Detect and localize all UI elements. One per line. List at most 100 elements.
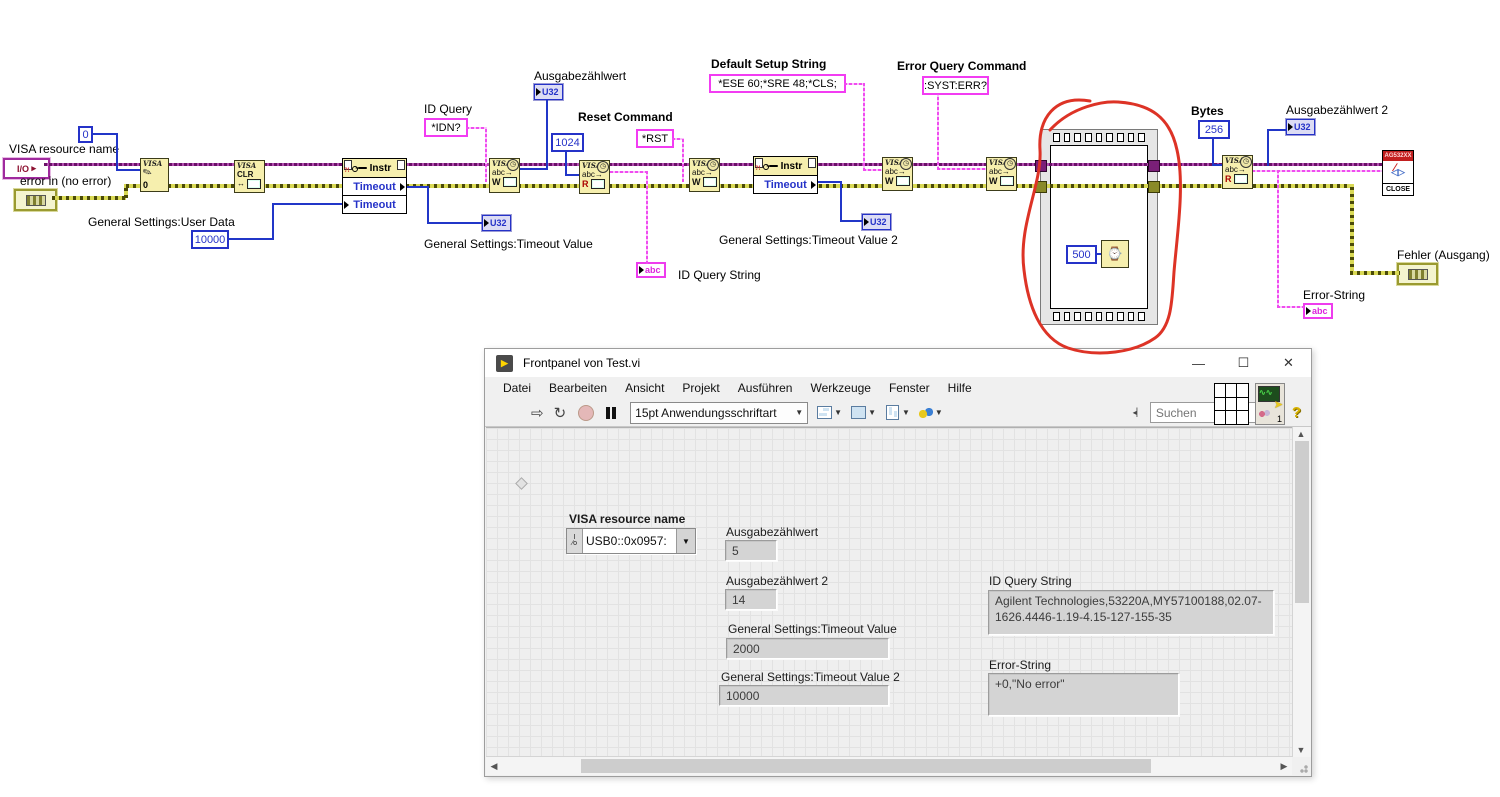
property-node-timeout-2[interactable]: ?! Instr Timeout [753, 156, 818, 194]
menu-werkzeuge[interactable]: Werkzeuge [801, 378, 879, 398]
visa-close-node[interactable]: AG532XX ◁▷ ∕ CLOSE [1382, 150, 1414, 196]
resize-grip[interactable] [1295, 760, 1309, 774]
error-string-indicator[interactable]: +0,"No error" [988, 673, 1179, 716]
flat-sequence-structure[interactable] [1040, 129, 1158, 325]
wait-constant[interactable]: 500 [1066, 245, 1097, 264]
visa-write-node-4[interactable]: ◷ VISA abc→ W [986, 157, 1017, 191]
wire-init [116, 169, 142, 171]
wire-idstr [610, 171, 648, 173]
maximize-button[interactable]: ☐ [1221, 349, 1266, 377]
wire-init [116, 133, 118, 171]
help-icon[interactable]: ? [1292, 404, 1301, 421]
clock-icon: ◷ [507, 159, 519, 171]
reorder-button[interactable]: ▼ [918, 406, 943, 419]
scroll-up-icon[interactable]: ▲ [1293, 429, 1309, 439]
error-query-constant[interactable]: :SYST:ERR? [922, 76, 989, 95]
write-letter: W [885, 176, 894, 186]
timeout2-indicator[interactable]: 10000 [719, 685, 889, 706]
vi-icon[interactable]: ∿∿ ➤ 1 [1255, 383, 1285, 425]
wire-error [1350, 271, 1400, 275]
label-visa-resource: VISA resource name [9, 142, 120, 156]
vertical-scrollbar[interactable]: ▲ ▼ [1292, 427, 1311, 757]
menu-datei[interactable]: Datei [494, 378, 540, 398]
property-node-timeout[interactable]: ?! Instr Timeout Timeout [342, 158, 407, 214]
wait-ms-node[interactable]: ⌚ [1101, 240, 1129, 268]
visa-resource-combo[interactable]: I ∕o USB0::0x0957: ▼ [566, 528, 696, 554]
font-selector-value: 15pt Anwendungsschriftart [635, 405, 777, 420]
id-query-string-terminal[interactable]: abc [636, 262, 666, 278]
property-timeout-write[interactable]: Timeout [343, 195, 406, 213]
font-selector[interactable]: 15pt Anwendungsschriftart ▼ [630, 401, 809, 424]
error-out-terminal[interactable] [1397, 263, 1438, 285]
setup-constant[interactable]: *ESE 60;*SRE 48;*CLS; [709, 74, 846, 93]
stop-button[interactable] [578, 404, 595, 421]
read-bytes-constant[interactable]: 1024 [551, 133, 584, 152]
frontpanel-window: ▶ Frontpanel von Test.vi — ☐ ✕ Datei Bea… [484, 348, 1312, 777]
menu-projekt[interactable]: Projekt [673, 378, 728, 398]
distribute-icon [851, 406, 867, 419]
frontpanel-canvas[interactable]: VISA resource name I ∕o USB0::0x0957: ▼ A… [486, 427, 1292, 757]
error-in-terminal[interactable] [14, 189, 57, 211]
title-bar[interactable]: ▶ Frontpanel von Test.vi — ☐ ✕ [485, 349, 1311, 377]
property-timeout-read[interactable]: Timeout [343, 177, 406, 195]
ausgabe2-terminal[interactable]: U32 [1286, 119, 1315, 135]
menu-hilfe[interactable]: Hilfe [939, 378, 981, 398]
timeout2-terminal[interactable]: U32 [862, 214, 891, 230]
u32-label: U32 [1294, 122, 1311, 132]
run-continuous-button[interactable]: ↻ [554, 404, 567, 422]
visa-read-node-1[interactable]: ◷ VISA abc→ R [579, 160, 610, 194]
menu-bearbeiten[interactable]: Bearbeiten [540, 378, 616, 398]
menu-ansicht[interactable]: Ansicht [616, 378, 673, 398]
close-button[interactable]: ✕ [1266, 349, 1311, 377]
ausgabe2-indicator[interactable]: 14 [725, 589, 777, 610]
label-id-query: ID Query [424, 102, 473, 116]
menu-ausfuehren[interactable]: Ausführen [729, 378, 802, 398]
pause-button[interactable] [606, 406, 617, 419]
error-string-terminal[interactable]: abc [1303, 303, 1333, 319]
vertical-scroll-thumb[interactable] [1295, 441, 1309, 603]
combo-dropdown-button[interactable]: ▼ [676, 529, 695, 553]
distribute-objects-button[interactable]: ▼ [851, 406, 876, 419]
wire-setup [844, 83, 865, 85]
idn-constant[interactable]: *IDN? [424, 118, 468, 137]
timeout1-terminal[interactable]: U32 [482, 215, 511, 231]
visa-read-node-2[interactable]: ◷ VISA abc→ R [1222, 155, 1253, 189]
label-reset-command: Reset Command [578, 110, 673, 124]
init-constant[interactable]: 0 [78, 126, 93, 143]
clock-icon: ◷ [707, 159, 719, 171]
chevron-down-icon: ▼ [902, 408, 910, 417]
visa-write-node-1[interactable]: ◷ VISA abc→ W [489, 158, 520, 193]
key-icon [768, 165, 778, 167]
bytes-constant[interactable]: 256 [1198, 120, 1230, 139]
label-ausgabe2: Ausgabezählwert 2 [1286, 103, 1389, 117]
visa-open-node[interactable]: VISA ✎ 0 [140, 158, 169, 192]
scroll-down-icon[interactable]: ▼ [1293, 745, 1309, 755]
visa-write-node-3[interactable]: ◷ VISA abc→ W [882, 157, 913, 191]
property-timeout-read[interactable]: Timeout [754, 175, 817, 193]
align-objects-button[interactable]: ▼ [817, 406, 842, 419]
rst-constant[interactable]: *RST [636, 129, 674, 148]
alignment-grid-icon[interactable] [1214, 383, 1249, 425]
wire-rst [682, 138, 684, 182]
ausgabe1-terminal[interactable]: U32 [534, 84, 563, 100]
wire-close [1252, 170, 1383, 172]
instr-label: Instr [780, 160, 803, 172]
id-query-string-indicator[interactable]: Agilent Technologies,53220A,MY57100188,0… [988, 590, 1274, 635]
timeout1-indicator[interactable]: 2000 [726, 638, 889, 659]
minimize-button[interactable]: — [1176, 349, 1221, 377]
menu-fenster[interactable]: Fenster [880, 378, 939, 398]
horizontal-scrollbar[interactable]: ◀ ▶ [486, 756, 1292, 775]
horizontal-scroll-thumb[interactable] [581, 759, 1151, 773]
run-button[interactable]: ⇨ [531, 404, 544, 422]
visa-clear-node[interactable]: VISA CLR ↔ [234, 160, 265, 193]
write-letter: W [492, 177, 501, 187]
wire-error [52, 196, 126, 200]
ausgabe1-indicator[interactable]: 5 [725, 540, 777, 561]
visa-write-node-2[interactable]: ◷ VISA abc→ W [689, 158, 720, 192]
io-glyph: I ∕o [567, 529, 582, 553]
scroll-left-icon[interactable]: ◀ [486, 761, 502, 772]
wire-error [126, 184, 1352, 188]
scroll-right-icon[interactable]: ▶ [1276, 761, 1292, 772]
user-data-constant[interactable]: 10000 [191, 230, 229, 249]
resize-objects-button[interactable]: ▼ [885, 405, 910, 420]
